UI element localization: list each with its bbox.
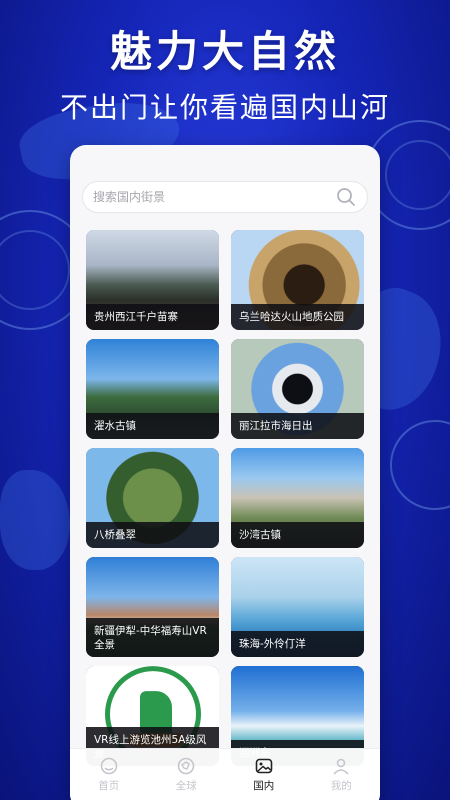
tab-label: 我的: [330, 780, 352, 792]
place-card[interactable]: 新疆伊犁-中华福寿山VR全景: [86, 557, 219, 657]
globe-icon: [177, 757, 195, 775]
place-label: 贵州西江千户苗寨: [86, 304, 219, 330]
hero-title: 魅力大自然: [109, 27, 340, 76]
bottom-tab-bar: 首页 全球 国内 我的: [70, 748, 380, 800]
user-icon: [333, 758, 349, 775]
home-icon: [100, 757, 118, 775]
ring-decoration: [385, 140, 450, 210]
place-label: 新疆伊犁-中华福寿山VR全景: [86, 617, 219, 657]
place-label: 濯水古镇: [86, 413, 219, 439]
place-card[interactable]: 丽江拉市海日出: [231, 339, 364, 439]
place-label: 珠海-外伶仃洋: [231, 631, 364, 657]
phone-screen: 贵州西江千户苗寨 乌兰哈达火山地质公园 濯水古镇 丽江拉市海日出 八桥叠翠 沙湾…: [70, 145, 380, 800]
place-card[interactable]: 沙湾古镇: [231, 448, 364, 548]
tab-label: 全球: [175, 780, 197, 792]
hero-subtitle: 不出门让你看遍国内山河: [59, 91, 390, 124]
place-card[interactable]: 乌兰哈达火山地质公园: [231, 230, 364, 330]
search-bar[interactable]: [82, 181, 368, 213]
tab-label: 国内: [253, 780, 275, 792]
search-icon[interactable]: [335, 186, 357, 208]
tab-global[interactable]: 全球: [156, 756, 216, 793]
image-icon: [255, 758, 273, 774]
place-label: 丽江拉市海日出: [231, 413, 364, 439]
place-card[interactable]: 珠海-外伶仃洋: [231, 557, 364, 657]
tab-domestic[interactable]: 国内: [234, 756, 294, 793]
place-label: 乌兰哈达火山地质公园: [231, 304, 364, 330]
tab-mine[interactable]: 我的: [311, 756, 371, 793]
tab-label: 首页: [98, 780, 120, 792]
place-card[interactable]: 贵州西江千户苗寨: [86, 230, 219, 330]
place-label: 沙湾古镇: [231, 522, 364, 548]
place-label: 八桥叠翠: [86, 522, 219, 548]
search-input[interactable]: [93, 190, 335, 204]
ring-decoration: [390, 420, 450, 510]
place-card[interactable]: 八桥叠翠: [86, 448, 219, 548]
place-card[interactable]: 濯水古镇: [86, 339, 219, 439]
place-grid: 贵州西江千户苗寨 乌兰哈达火山地质公园 濯水古镇 丽江拉市海日出 八桥叠翠 沙湾…: [86, 230, 366, 766]
map-shape: [0, 470, 70, 570]
ring-decoration: [0, 230, 70, 310]
tab-home[interactable]: 首页: [79, 756, 139, 793]
